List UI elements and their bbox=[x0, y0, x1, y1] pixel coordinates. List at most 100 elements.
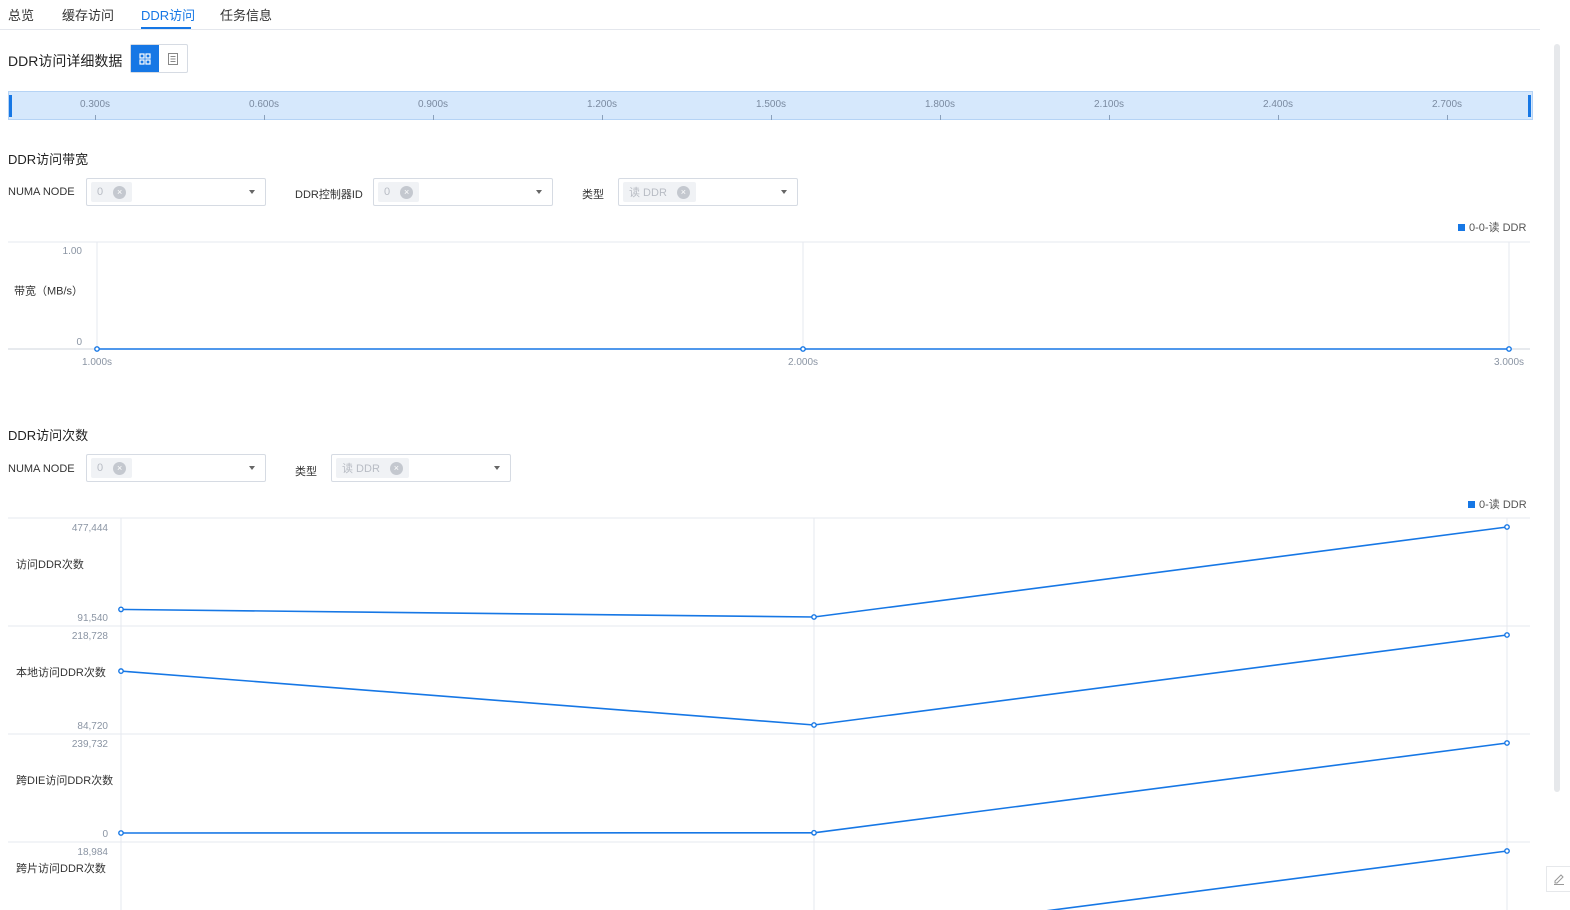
bw-numa-value: 0 bbox=[97, 186, 104, 198]
data-point bbox=[1504, 524, 1510, 530]
x-tick-label: 2.000s bbox=[788, 357, 818, 368]
clear-tag-icon[interactable]: × bbox=[389, 461, 403, 475]
data-point bbox=[118, 606, 124, 613]
cnt-numa-value: 0 bbox=[97, 462, 104, 474]
cnt-type-select[interactable]: 读 DDR × bbox=[331, 454, 511, 482]
clear-tag-icon[interactable]: × bbox=[113, 461, 127, 475]
y-axis-label: 跨片访问DDR次数 bbox=[16, 861, 106, 875]
y-tick-max-label: 1.00 bbox=[63, 246, 83, 257]
tab-cache-access[interactable]: 缓存访问 bbox=[62, 5, 114, 24]
dropdown-arrow-icon bbox=[536, 190, 542, 194]
bw-type-select[interactable]: 读 DDR × bbox=[618, 178, 798, 206]
y-axis-label: 访问DDR次数 bbox=[16, 557, 84, 571]
cnt-type-tag: 读 DDR × bbox=[336, 458, 409, 478]
vertical-scrollbar[interactable] bbox=[1554, 44, 1560, 792]
timeline-tick-mark bbox=[940, 115, 941, 120]
timeline-tick-mark bbox=[264, 115, 265, 120]
series-line bbox=[120, 742, 1508, 834]
y-tick-min-label: 0 bbox=[102, 829, 108, 840]
y-axis-label: 本地访问DDR次数 bbox=[16, 665, 106, 679]
tab-overview[interactable]: 总览 bbox=[8, 5, 34, 24]
legend-swatch bbox=[1468, 500, 1475, 508]
cnt-type-value: 读 DDR bbox=[342, 463, 380, 475]
timeline-tick: 1.200s bbox=[586, 99, 618, 110]
timeline-tick-mark bbox=[771, 115, 772, 120]
y-axis-label: 带宽（MB/s） bbox=[14, 284, 83, 298]
bw-legend[interactable]: 0-0-读 DDR bbox=[1458, 219, 1526, 235]
view-toggle bbox=[130, 44, 188, 73]
bw-type-value: 读 DDR bbox=[629, 187, 667, 199]
bandwidth-title: DDR访问带宽 bbox=[8, 152, 89, 167]
data-point bbox=[811, 722, 817, 728]
clear-tag-icon[interactable]: × bbox=[676, 185, 690, 199]
series-line bbox=[120, 634, 1508, 726]
data-point bbox=[1504, 848, 1510, 854]
data-point bbox=[811, 829, 817, 836]
cnt-numa-label: NUMA NODE bbox=[8, 463, 75, 475]
timeline-tick-mark bbox=[602, 115, 603, 120]
dropdown-arrow-icon bbox=[781, 190, 787, 194]
tab-task-info[interactable]: 任务信息 bbox=[220, 5, 272, 24]
data-point bbox=[118, 668, 124, 674]
cnt-numa-tag: 0 × bbox=[91, 458, 133, 478]
list-icon bbox=[168, 52, 178, 65]
tab-bar: 总览 缓存访问 DDR访问 任务信息 bbox=[0, 0, 1540, 30]
timeline-tick: 2.100s bbox=[1093, 99, 1125, 110]
legend-label: 0-读 DDR bbox=[1479, 499, 1527, 511]
bw-numa-label: NUMA NODE bbox=[8, 186, 75, 198]
bw-numa-select[interactable]: 0 × bbox=[86, 178, 266, 206]
active-tab-indicator bbox=[141, 27, 191, 29]
bw-ctrl-value: 0 bbox=[384, 186, 391, 198]
legend-swatch bbox=[1458, 223, 1465, 231]
timeline-tick-mark bbox=[1109, 115, 1110, 120]
timeline-start-handle[interactable] bbox=[9, 95, 12, 117]
x-tick-label: 1.000s bbox=[82, 357, 112, 368]
timeline-tick: 0.600s bbox=[248, 99, 280, 110]
bw-ctrl-select[interactable]: 0 × bbox=[373, 178, 553, 206]
dropdown-arrow-icon bbox=[249, 190, 255, 194]
data-point bbox=[94, 346, 100, 352]
bw-type-label: 类型 bbox=[582, 189, 604, 201]
feedback-button[interactable] bbox=[1546, 866, 1570, 892]
y-tick-max-label: 477,444 bbox=[72, 523, 109, 534]
series-line bbox=[1046, 850, 1508, 910]
clear-tag-icon[interactable]: × bbox=[113, 185, 127, 199]
y-tick-max-label: 18,984 bbox=[77, 847, 108, 858]
timeline-tick-mark bbox=[1278, 115, 1279, 120]
bw-type-tag: 读 DDR × bbox=[623, 182, 696, 202]
cnt-legend[interactable]: 0-读 DDR bbox=[1468, 496, 1527, 512]
y-axis-label: 跨DIE访问DDR次数 bbox=[16, 773, 113, 787]
timeline-tick: 0.900s bbox=[417, 99, 449, 110]
cnt-numa-select[interactable]: 0 × bbox=[86, 454, 266, 482]
cnt-type-label: 类型 bbox=[295, 466, 317, 478]
detail-title: DDR访问详细数据 bbox=[8, 53, 123, 69]
grid-view-button[interactable] bbox=[131, 45, 159, 72]
timeline-tick-mark bbox=[433, 115, 434, 120]
y-tick-min-label: 0 bbox=[76, 337, 82, 348]
series-line bbox=[120, 526, 1508, 618]
data-point bbox=[811, 614, 817, 620]
x-tick-label: 3.000s bbox=[1494, 357, 1524, 368]
counts-title: DDR访问次数 bbox=[8, 428, 89, 443]
timeline-tick-mark bbox=[1447, 115, 1448, 120]
tab-ddr-access[interactable]: DDR访问 bbox=[141, 5, 195, 24]
data-point bbox=[1504, 740, 1510, 746]
timeline-tick: 2.700s bbox=[1431, 99, 1463, 110]
grid-icon bbox=[139, 52, 151, 65]
timeline-tick: 1.500s bbox=[755, 99, 787, 110]
data-point bbox=[800, 346, 806, 352]
list-view-button[interactable] bbox=[159, 45, 187, 72]
dropdown-arrow-icon bbox=[494, 466, 500, 470]
timeline-tick: 2.400s bbox=[1262, 99, 1294, 110]
bw-ctrl-tag: 0 × bbox=[378, 182, 420, 202]
edit-icon bbox=[1553, 874, 1564, 885]
legend-label: 0-0-读 DDR bbox=[1469, 222, 1527, 234]
clear-tag-icon[interactable]: × bbox=[400, 185, 414, 199]
y-tick-min-label: 91,540 bbox=[77, 613, 108, 624]
data-point bbox=[1506, 346, 1512, 352]
y-tick-max-label: 239,732 bbox=[72, 739, 109, 750]
timeline-tick-mark bbox=[95, 115, 96, 120]
timeline-end-handle[interactable] bbox=[1528, 95, 1531, 117]
y-tick-max-label: 218,728 bbox=[72, 631, 109, 642]
timeline-range[interactable]: 0.300s 0.600s 0.900s 1.200s 1.500s 1.800… bbox=[8, 91, 1533, 120]
